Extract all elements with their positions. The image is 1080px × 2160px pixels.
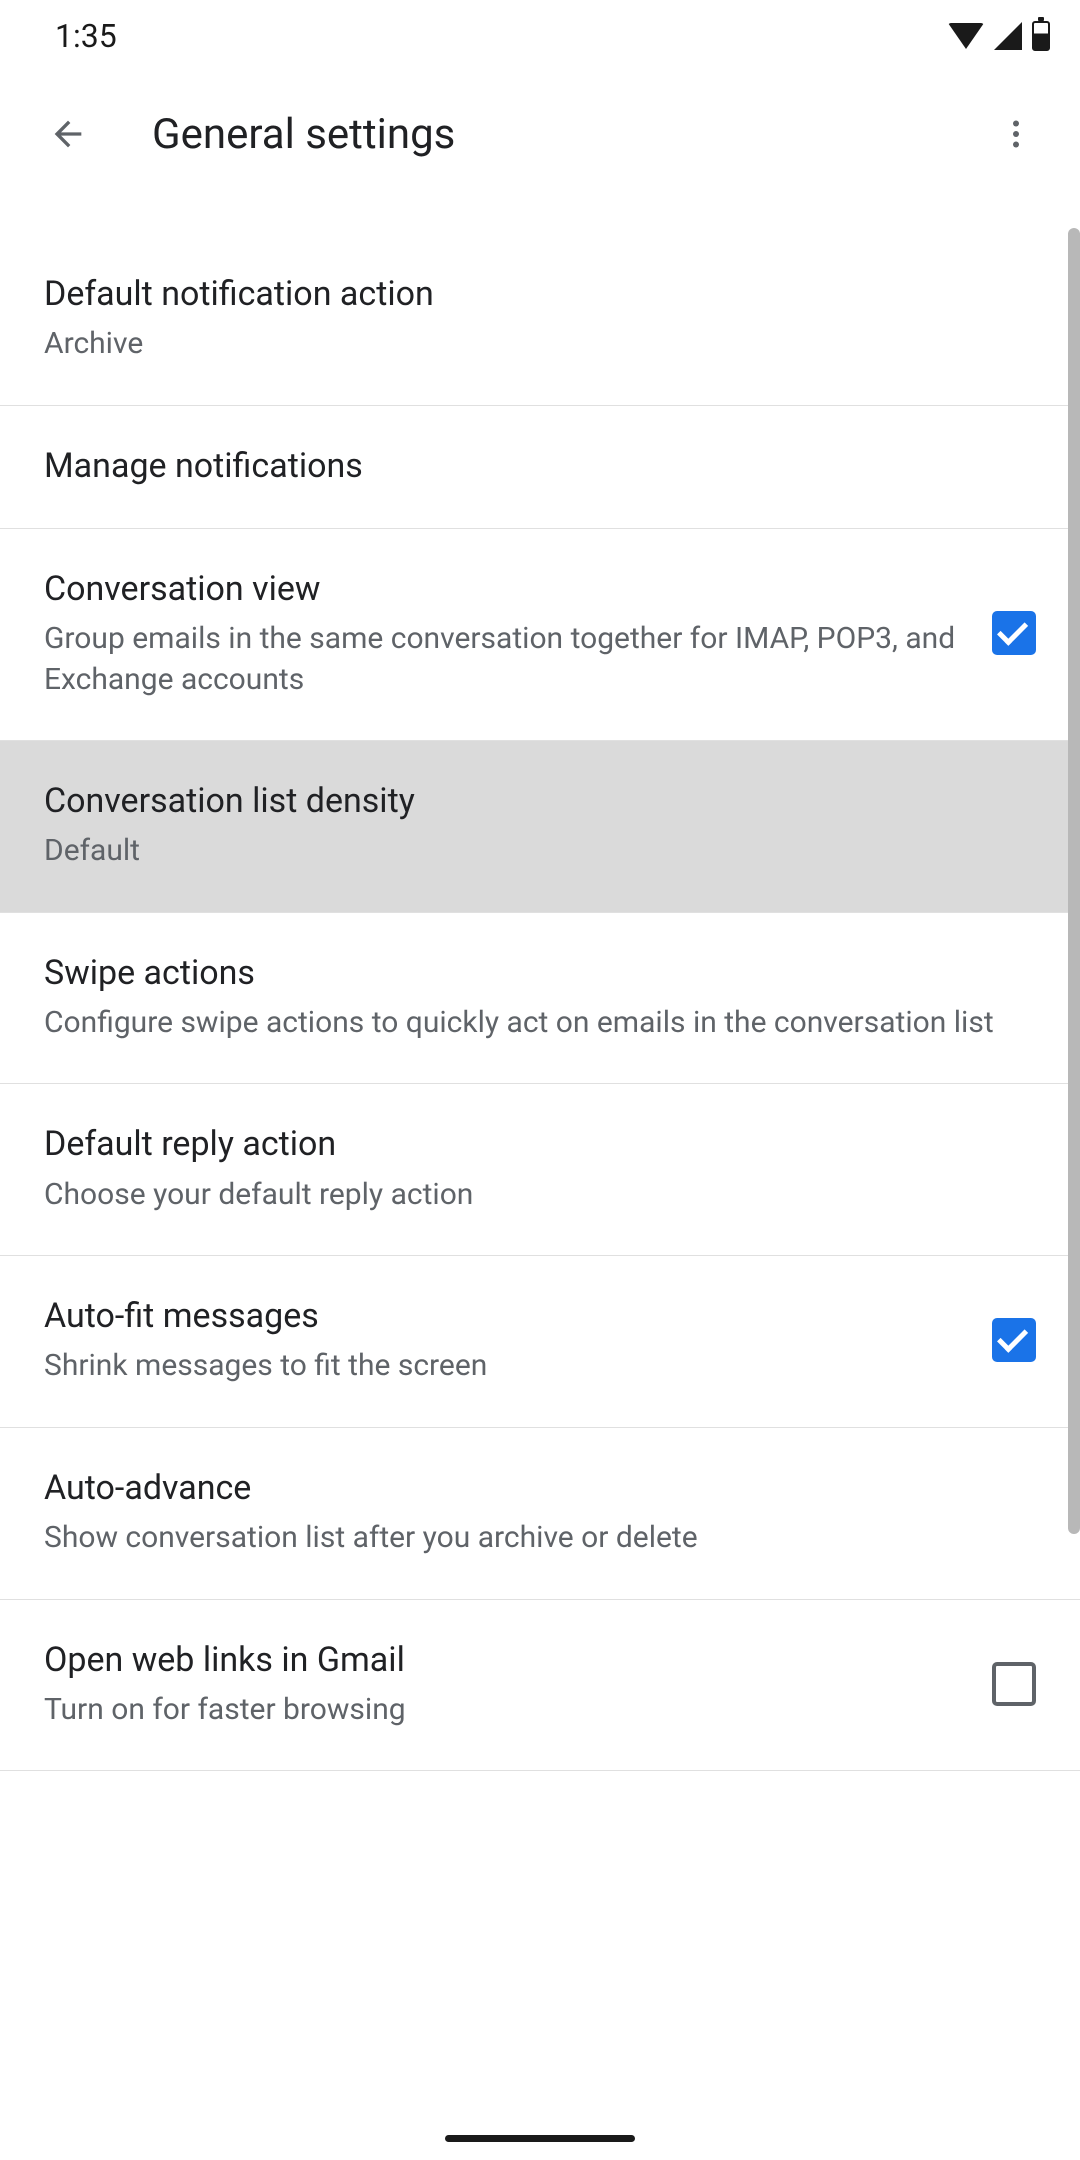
setting-title: Swipe actions: [44, 951, 1016, 995]
scrollbar[interactable]: [1068, 228, 1080, 1534]
wifi-icon: [948, 23, 984, 49]
setting-subtitle: Archive: [44, 324, 1016, 365]
setting-text: Open web links in Gmail Turn on for faste…: [44, 1638, 992, 1731]
setting-subtitle: Shrink messages to fit the screen: [44, 1346, 972, 1387]
setting-title: Default reply action: [44, 1122, 1016, 1166]
setting-item[interactable]: Auto-fit messages Shrink messages to fit …: [0, 1256, 1080, 1428]
setting-title: Manage notifications: [44, 444, 1016, 488]
setting-subtitle: Default: [44, 831, 1016, 872]
setting-item[interactable]: Open web links in Gmail Turn on for faste…: [0, 1600, 1080, 1772]
status-bar: 1:35: [0, 0, 1080, 72]
checkbox[interactable]: [992, 611, 1036, 655]
more-vert-icon: [998, 116, 1034, 152]
signal-icon: [994, 22, 1022, 50]
setting-subtitle: Group emails in the same conversation to…: [44, 619, 972, 700]
setting-text: Conversation view Group emails in the sam…: [44, 567, 992, 700]
setting-title: Auto-advance: [44, 1466, 1016, 1510]
setting-title: Open web links in Gmail: [44, 1638, 972, 1682]
battery-icon: [1032, 21, 1050, 51]
setting-item[interactable]: Default notification action Archive: [0, 234, 1080, 406]
setting-item[interactable]: Auto-advance Show conversation list after…: [0, 1428, 1080, 1600]
app-bar: General settings: [0, 72, 1080, 196]
setting-subtitle: Show conversation list after you archive…: [44, 1518, 1016, 1559]
setting-item[interactable]: Default reply action Choose your default …: [0, 1084, 1080, 1256]
setting-title: Default notification action: [44, 272, 1016, 316]
setting-text: Conversation list density Default: [44, 779, 1036, 872]
more-menu-button[interactable]: [992, 110, 1040, 158]
setting-item[interactable]: Manage notifications: [0, 406, 1080, 529]
checkbox[interactable]: [992, 1662, 1036, 1706]
setting-item[interactable]: Swipe actions Configure swipe actions to …: [0, 913, 1080, 1085]
setting-subtitle: Configure swipe actions to quickly act o…: [44, 1003, 1016, 1044]
setting-title: Conversation list density: [44, 779, 1016, 823]
setting-title: Auto-fit messages: [44, 1294, 972, 1338]
status-icons: [948, 21, 1050, 51]
setting-item[interactable]: Conversation list density Default: [0, 741, 1080, 913]
back-button[interactable]: [44, 110, 92, 158]
setting-text: Manage notifications: [44, 444, 1036, 488]
setting-text: Default reply action Choose your default …: [44, 1122, 1036, 1215]
page-title: General settings: [152, 110, 992, 159]
settings-list: Default notification action Archive Manage…: [0, 196, 1080, 1771]
setting-text: Auto-advance Show conversation list after…: [44, 1466, 1036, 1559]
checkmark-icon: [997, 1322, 1028, 1353]
setting-item[interactable]: Conversation view Group emails in the sam…: [0, 529, 1080, 741]
gesture-handle[interactable]: [445, 2135, 635, 2142]
arrow-back-icon: [48, 114, 88, 154]
checkmark-icon: [997, 615, 1028, 646]
setting-subtitle: Turn on for faster browsing: [44, 1690, 972, 1731]
setting-text: Swipe actions Configure swipe actions to …: [44, 951, 1036, 1044]
setting-subtitle: Choose your default reply action: [44, 1175, 1016, 1216]
setting-text: Auto-fit messages Shrink messages to fit …: [44, 1294, 992, 1387]
checkbox[interactable]: [992, 1318, 1036, 1362]
setting-title: Conversation view: [44, 567, 972, 611]
status-time: 1:35: [55, 17, 117, 55]
setting-text: Default notification action Archive: [44, 272, 1036, 365]
